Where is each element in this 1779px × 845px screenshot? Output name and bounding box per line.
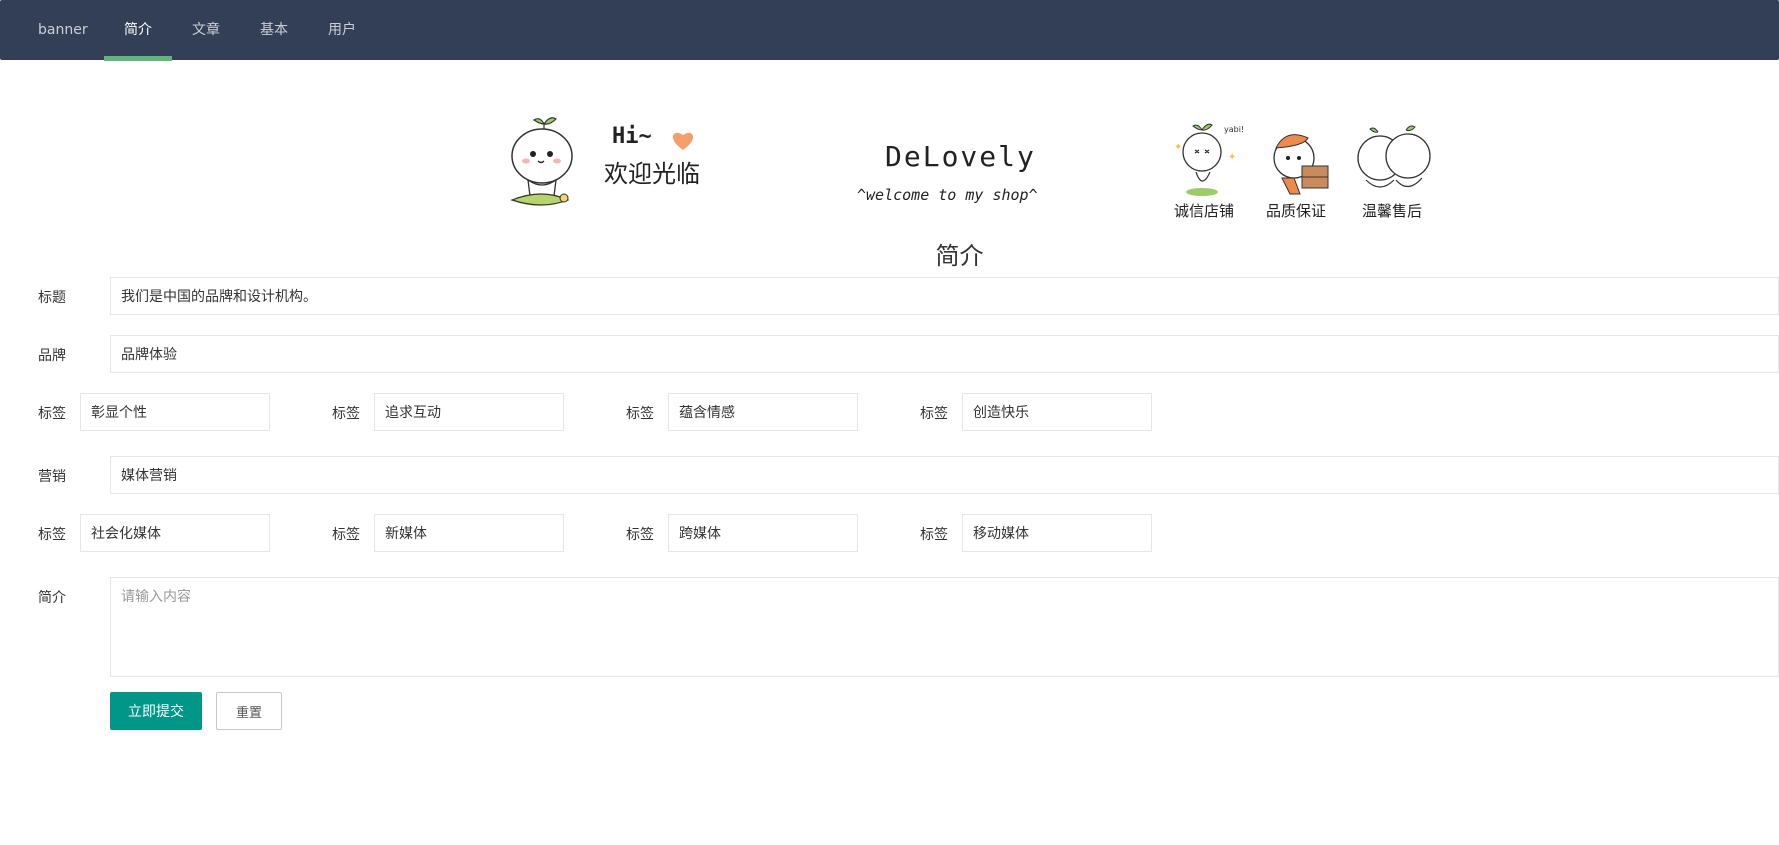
banner-welcome: 欢迎光临 (604, 160, 700, 188)
marketing-label: 营销 (38, 469, 66, 485)
nav-item-intro[interactable]: 简介 (114, 0, 162, 60)
badge-quality-guarantee: 品质保证 (1266, 202, 1327, 220)
section-title: 简介 (935, 242, 984, 270)
intro-textarea[interactable] (110, 577, 1779, 677)
brand-input[interactable] (110, 335, 1779, 373)
brand-tag-input-3[interactable] (668, 393, 858, 431)
badge-trusted-shop: 诚信店铺 (1174, 202, 1235, 220)
banner-greeting: Hi~ (612, 124, 652, 149)
brand-tag-label-3: 标签 (626, 406, 654, 422)
reset-button[interactable]: 重置 (216, 692, 282, 730)
svg-text:✦: ✦ (1228, 152, 1236, 163)
nav-item-users[interactable]: 用户 (318, 0, 366, 60)
sprout-mascot-icon (510, 117, 573, 206)
title-input[interactable] (110, 277, 1779, 315)
banner-brand: DeLovely (885, 140, 1036, 173)
badge-after-sales: 温馨售后 (1362, 202, 1423, 220)
marketing-tag-label-1: 标签 (38, 527, 66, 543)
brand-tag-input-4[interactable] (962, 393, 1152, 431)
brand-tag-label-2: 标签 (332, 406, 360, 422)
brand-tag-label-4: 标签 (920, 406, 948, 422)
banner-tagline: ^welcome to my shop^ (857, 186, 1038, 204)
title-label: 标题 (38, 290, 66, 306)
submit-button[interactable]: 立即提交 (110, 692, 202, 730)
nav-item-articles[interactable]: 文章 (182, 0, 230, 60)
marketing-tag-input-3[interactable] (668, 514, 858, 552)
svg-text:✦: ✦ (1174, 142, 1182, 153)
svg-text:yabi!: yabi! (1224, 125, 1244, 134)
shop-banner: Hi~ 欢迎光临 DeLovely ^welcome to my shop^ y… (500, 110, 1440, 220)
marketing-tag-label-3: 标签 (626, 527, 654, 543)
marketing-tag-input-4[interactable] (962, 514, 1152, 552)
marketing-tag-input-2[interactable] (374, 514, 564, 552)
nav-item-banner[interactable]: banner (38, 0, 88, 60)
marketing-tag-label-2: 标签 (332, 527, 360, 543)
brand-tag-input-1[interactable] (80, 393, 270, 431)
brand-tag-input-2[interactable] (374, 393, 564, 431)
brand-tag-label-1: 标签 (38, 406, 66, 422)
brand-label: 品牌 (38, 348, 66, 364)
nav-active-indicator (104, 56, 172, 61)
hug-mascots-icon (1357, 125, 1431, 188)
marketing-input[interactable] (110, 456, 1779, 494)
marketing-tag-label-4: 标签 (920, 527, 948, 543)
heart-icon (672, 132, 694, 150)
top-navbar: banner 简介 文章 基本 用户 (0, 0, 1779, 61)
intro-label: 简介 (38, 590, 66, 606)
marketing-tag-input-1[interactable] (80, 514, 270, 552)
nav-item-basic[interactable]: 基本 (250, 0, 298, 60)
sparkle-mascot-icon: yabi! ✦ ✦ (1174, 123, 1244, 196)
delivery-mascot-icon (1273, 134, 1329, 195)
